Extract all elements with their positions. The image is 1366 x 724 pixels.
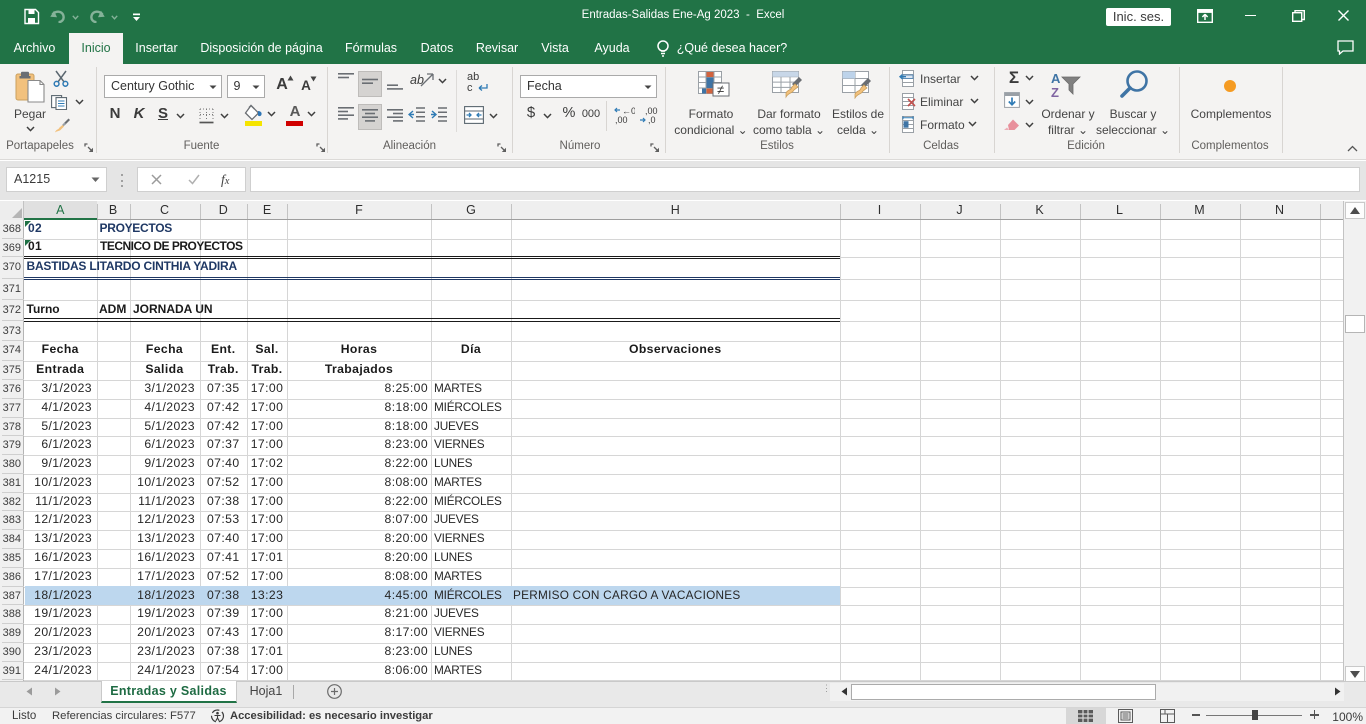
svg-text:≠: ≠ <box>717 82 724 97</box>
svg-text:Z: Z <box>1051 85 1059 100</box>
svg-text:,00: ,00 <box>615 115 628 125</box>
svg-text:A: A <box>1051 71 1061 86</box>
